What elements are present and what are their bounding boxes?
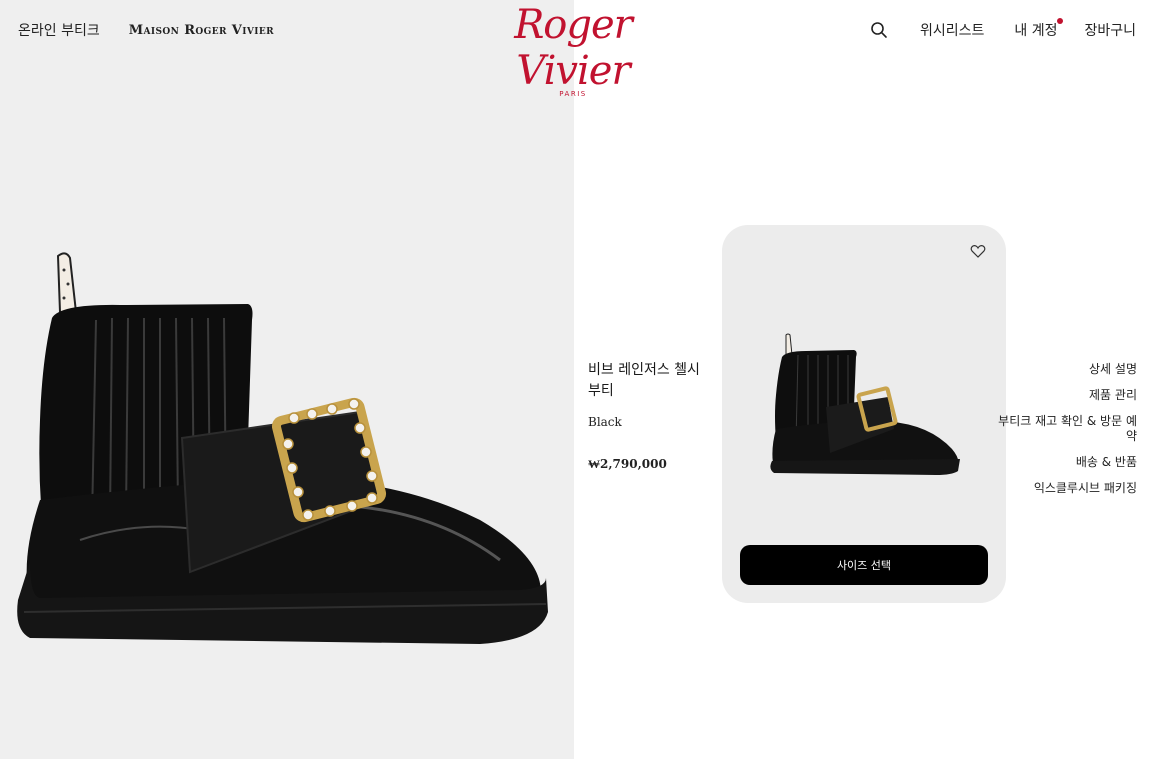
product-hero-image [0,0,574,759]
menu-item-description[interactable]: 상세 설명 [997,362,1137,377]
product-thumbnail [770,333,960,475]
product-price: ₩2,790,000 [588,457,667,471]
product-card: 사이즈 선택 [722,225,1006,603]
wishlist-link[interactable]: 위시리스트 [920,20,984,40]
header-right-nav: 위시리스트 내 계정 장바구니 [870,18,1136,40]
menu-item-care[interactable]: 제품 관리 [997,388,1137,403]
product-color: Black [588,415,622,429]
account-label: 내 계정 [1014,23,1058,39]
site-header: 온라인 부티크 Maison Roger Vivier Roger Vivier… [0,0,1150,98]
select-size-button[interactable]: 사이즈 선택 [740,545,988,585]
search-icon[interactable] [870,21,888,39]
heart-icon[interactable] [970,243,986,259]
menu-item-shipping-returns[interactable]: 배송 & 반품 [997,455,1137,470]
product-name: 비브 레인저스 첼시 부티 [588,362,700,399]
notification-dot [1057,18,1064,24]
maison-link[interactable]: Maison Roger Vivier [129,23,274,38]
product-details-menu: 상세 설명 제품 관리 부티크 재고 확인 & 방문 예약 배송 & 반품 익스… [997,362,1137,507]
product-info: 비브 레인저스 첼시 부티 Black ₩2,790,000 [588,360,713,472]
boot-illustration [17,252,548,644]
logo-wordmark: Roger Vivier [514,2,633,94]
cart-link[interactable]: 장바구니 [1084,20,1136,40]
account-link[interactable]: 내 계정 [1014,18,1064,40]
logo-city: PARIS [559,90,587,98]
header-left-nav: 온라인 부티크 Maison Roger Vivier [18,20,274,40]
online-boutique-link[interactable]: 온라인 부티크 [18,20,100,40]
brand-logo[interactable]: Roger Vivier PARIS [452,2,694,98]
menu-item-boutique-stock[interactable]: 부티크 재고 확인 & 방문 예약 [997,414,1137,444]
menu-item-exclusive-packaging[interactable]: 익스클루시브 패키징 [997,481,1137,496]
